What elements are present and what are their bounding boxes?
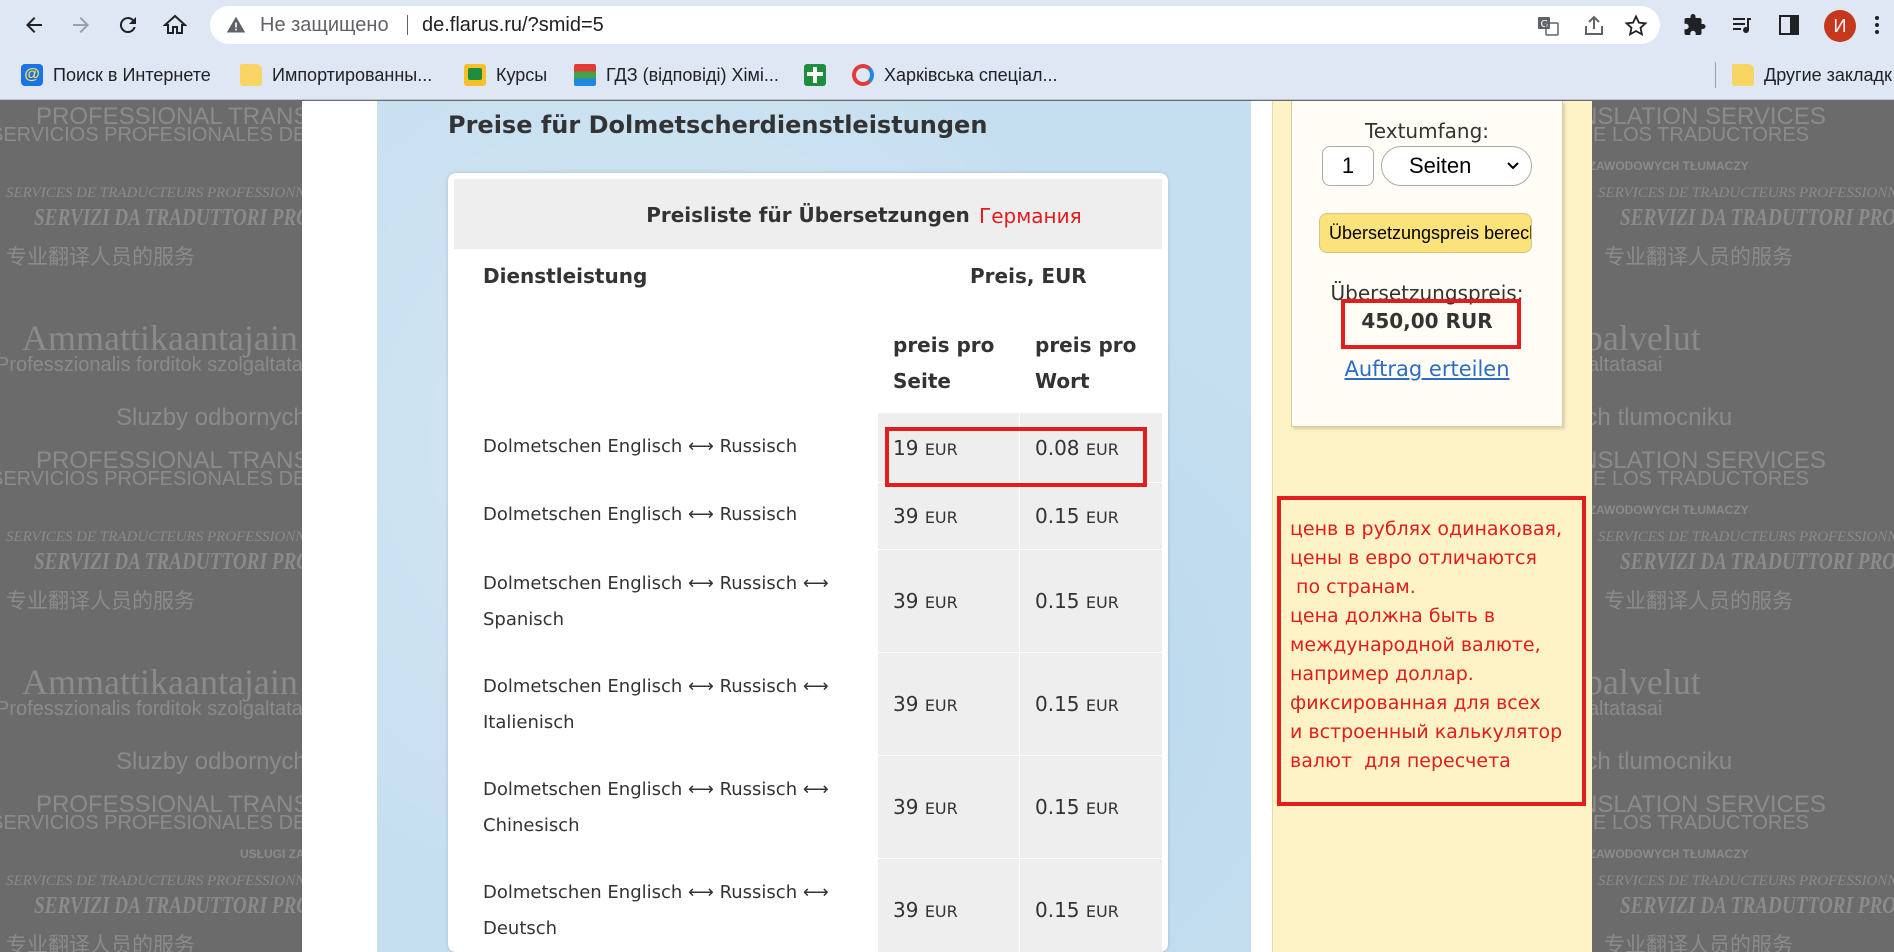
table-cell-per-page: 39 EUR: [893, 692, 958, 716]
table-cell-per-word: 0.15 EUR: [1035, 898, 1119, 922]
green-plus-icon: [804, 64, 826, 86]
table-row-service: Dolmetschen Englisch ⟷ Russisch: [483, 504, 798, 525]
home-button[interactable]: [158, 8, 192, 42]
annotation-highlight-result: [1341, 299, 1521, 349]
bookmark-imported[interactable]: Импортированны...: [240, 62, 432, 88]
bookmark-label: Импортированны...: [272, 64, 433, 85]
reload-icon: [119, 17, 136, 34]
table-row-service: Dolmetschen Englisch ⟷ Russisch ⟷ Italie…: [483, 676, 829, 733]
bookmark-label: Курсы: [496, 64, 548, 85]
classroom-icon: [464, 64, 486, 86]
subheader-per-page: preis pro Seite: [893, 333, 995, 393]
row-separator: [878, 652, 1162, 653]
table-row-service: Dolmetschen Englisch ⟷ Russisch ⟷ Chines…: [483, 779, 829, 836]
bookmark-green[interactable]: [804, 62, 826, 88]
annotation-highlight-row: [885, 427, 1147, 487]
place-order-link[interactable]: Auftrag erteilen: [1291, 357, 1563, 381]
bookmarks-divider: [1715, 62, 1716, 88]
bookmark-label: Другие закладк: [1764, 64, 1892, 85]
address-separator: [407, 15, 408, 35]
table-row-service: Dolmetschen Englisch ⟷ Russisch ⟷ Deutsc…: [483, 882, 829, 939]
row-separator: [878, 549, 1162, 550]
text-volume-label: Textumfang:: [1364, 119, 1489, 143]
search-engine-icon: @: [21, 64, 43, 86]
share-icon[interactable]: [1582, 14, 1606, 38]
warning-triangle-icon[interactable]: [226, 15, 246, 35]
bookmark-star-icon[interactable]: [1624, 14, 1648, 38]
puzzle-icon: [1684, 14, 1706, 35]
price-columns-background: [878, 413, 1162, 952]
table-row-service: Dolmetschen Englisch ⟷ Russisch: [483, 436, 798, 457]
bookmark-label: ГДЗ (відповіді) Хімі...: [606, 64, 779, 85]
table-row-service: Dolmetschen Englisch ⟷ Russisch ⟷ Spanis…: [483, 573, 829, 630]
media-queue-icon: [1733, 18, 1751, 34]
side-panel-icon: [1779, 15, 1799, 35]
page-title: Preise für Dolmetscherdienstleistungen: [448, 111, 988, 139]
web-page: PROFESSIONAL TRANSLATION SERVICES SERVIC…: [0, 101, 1894, 952]
bookmark-kharkiv[interactable]: Харківська спеціал...: [852, 62, 1058, 88]
bookmark-label: Харківська спеціал...: [884, 64, 1058, 85]
side-panel-button[interactable]: [1772, 8, 1806, 42]
table-cell-per-word: 0.15 EUR: [1035, 692, 1119, 716]
back-arrow-icon: [26, 17, 42, 33]
url-text[interactable]: de.flarus.ru/?smid=5: [422, 14, 604, 37]
quantity-input[interactable]: 1: [1322, 146, 1374, 186]
table-cell-per-page: 39 EUR: [893, 504, 958, 528]
bookmark-label: Поиск в Интернете: [53, 64, 211, 85]
forward-button[interactable]: [64, 8, 98, 42]
table-cell-per-page: 39 EUR: [893, 898, 958, 922]
media-button[interactable]: [1725, 8, 1759, 42]
price-column-divider: [1019, 413, 1020, 952]
kebab-menu-icon: [1875, 16, 1879, 34]
column-header-service: Dienstleistung: [483, 264, 648, 288]
column-header-price: Preis, EUR: [970, 264, 1087, 288]
row-separator: [878, 755, 1162, 756]
books-icon: [574, 64, 596, 86]
row-separator: [878, 858, 1162, 859]
bookmark-other[interactable]: Другие закладк: [1732, 62, 1892, 88]
reload-button[interactable]: [111, 8, 145, 42]
bookmarks-bar: @ Поиск в Интернете Импортированны... Ку…: [0, 50, 1894, 100]
table-cell-per-word: 0.15 EUR: [1035, 795, 1119, 819]
folder-icon: [1732, 64, 1754, 86]
address-bar[interactable]: Не защищено de.flarus.ru/?smid=5 G: [210, 6, 1660, 44]
translate-icon[interactable]: G: [1536, 14, 1560, 38]
table-cell-per-page: 39 EUR: [893, 589, 958, 613]
menu-button[interactable]: [1862, 8, 1892, 42]
bookmark-courses[interactable]: Курсы: [464, 62, 547, 88]
table-cell-per-word: 0.15 EUR: [1035, 589, 1119, 613]
security-label[interactable]: Не защищено: [260, 14, 389, 37]
home-icon: [163, 14, 187, 34]
annotation-note-text: ценв в рублях одинаковая, цены в евро от…: [1290, 518, 1563, 772]
extensions-button[interactable]: [1678, 8, 1712, 42]
browser-toolbar: Не защищено de.flarus.ru/?smid=5 G И: [0, 0, 1894, 50]
table-cell-per-word: 0.15 EUR: [1035, 504, 1119, 528]
back-button[interactable]: [17, 8, 51, 42]
calculate-price-button[interactable]: Übersetzungspreis berechnen: [1319, 213, 1532, 253]
folder-icon: [240, 64, 262, 86]
bookmark-search[interactable]: @ Поиск в Интернете: [21, 62, 211, 88]
svg-text:G: G: [1541, 19, 1549, 30]
chevron-down-icon[interactable]: [1506, 159, 1520, 173]
bookmark-gdz[interactable]: ГДЗ (відповіді) Хімі...: [574, 62, 779, 88]
table-cell-per-page: 39 EUR: [893, 795, 958, 819]
subheader-per-word: preis pro Wort: [1035, 333, 1137, 393]
profile-avatar[interactable]: И: [1824, 10, 1856, 42]
refresh-logo-icon: [852, 64, 874, 86]
annotation-country: Германия: [979, 204, 1082, 228]
forward-arrow-icon: [73, 17, 89, 33]
